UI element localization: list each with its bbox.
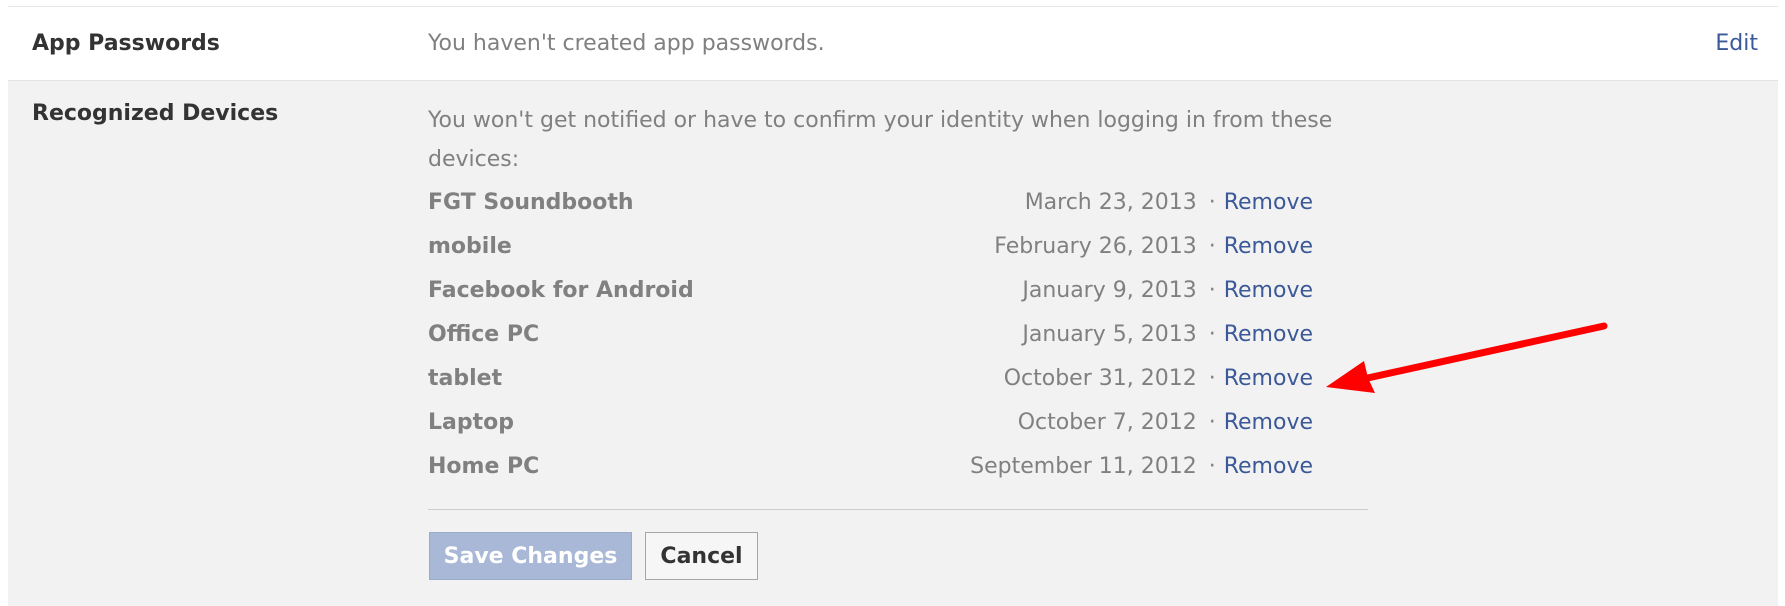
separator-dot: · [1208,278,1216,303]
device-row: FGT Soundbooth March 23, 2013 · Remove [428,190,1313,234]
device-date: September 11, 2012 [970,454,1197,479]
device-row: Facebook for Android January 9, 2013 · Rem… [428,278,1313,322]
separator-dot: · [1208,322,1216,347]
device-name: Facebook for Android [428,278,694,303]
remove-link[interactable]: Remove [1224,234,1313,259]
remove-link[interactable]: Remove [1224,278,1313,303]
arrow-head [1326,361,1375,393]
device-date: October 31, 2012 [1003,366,1197,391]
remove-link[interactable]: Remove [1224,454,1313,479]
form-divider [428,509,1368,510]
app-passwords-row: App Passwords You haven't created app pa… [8,7,1778,81]
separator-dot: · [1208,410,1216,435]
arrow-shaft [1350,322,1608,385]
remove-link[interactable]: Remove [1224,190,1313,215]
app-passwords-label: App Passwords [32,31,220,56]
remove-link[interactable]: Remove [1224,366,1313,391]
device-list: FGT Soundbooth March 23, 2013 · Remove mob… [428,190,1313,498]
device-row: Laptop October 7, 2012 · Remove [428,410,1313,454]
device-row: Office PC January 5, 2013 · Remove [428,322,1313,366]
separator-dot: · [1208,366,1216,391]
remove-link[interactable]: Remove [1224,322,1313,347]
device-name: Office PC [428,322,540,347]
separator-dot: · [1208,234,1216,259]
device-row: mobile February 26, 2013 · Remove [428,234,1313,278]
separator-dot: · [1208,190,1216,215]
device-date: October 7, 2012 [1017,410,1197,435]
app-passwords-status: You haven't created app passwords. [428,31,825,56]
edit-link[interactable]: Edit [1715,31,1758,56]
device-name: mobile [428,234,512,259]
recognized-devices-label: Recognized Devices [32,101,279,126]
device-name: Home PC [428,454,540,479]
device-name: FGT Soundbooth [428,190,634,215]
device-date: March 23, 2013 [1024,190,1197,215]
device-date: January 9, 2013 [1022,278,1197,303]
recognized-devices-intro: You won't get notified or have to confir… [428,108,1333,172]
save-changes-button[interactable]: Save Changes [429,532,632,580]
device-row: Home PC September 11, 2012 · Remove [428,454,1313,498]
remove-link[interactable]: Remove [1224,410,1313,435]
separator-dot: · [1208,454,1216,479]
device-date: February 26, 2013 [994,234,1197,259]
device-name: Laptop [428,410,514,435]
red-arrow-annotation [1326,322,1608,393]
device-row: tablet October 31, 2012 · Remove [428,366,1313,410]
device-name: tablet [428,366,503,391]
cancel-button[interactable]: Cancel [645,532,758,580]
device-date: January 5, 2013 [1022,322,1197,347]
